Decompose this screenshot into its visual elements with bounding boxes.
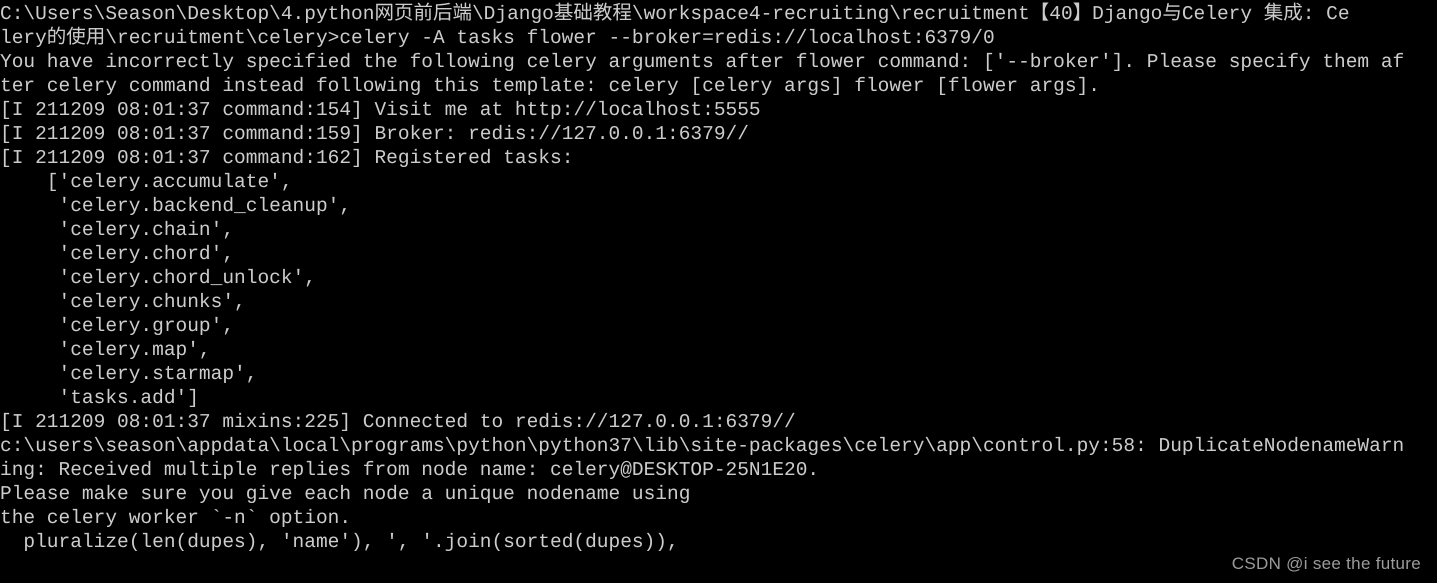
terminal-line: the celery worker `-n` option. [0,507,352,529]
terminal-window[interactable]: C:\Users\Season\Desktop\4.python网页前后端\Dj… [0,0,1437,583]
terminal-line: pluralize(len(dupes), 'name'), ', '.join… [0,531,679,553]
terminal-line: [I 211209 08:01:37 command:154] Visit me… [0,99,761,121]
terminal-line: lery的使用\recruitment\celery>celery -A tas… [0,27,995,49]
terminal-line: 'celery.chunks', [0,291,246,313]
terminal-line: 'celery.chain', [0,219,235,241]
terminal-line: [I 211209 08:01:37 mixins:225] Connected… [0,411,796,433]
terminal-line: 'celery.chord_unlock', [0,267,316,289]
terminal-line: Please make sure you give each node a un… [0,483,691,505]
terminal-line: 'tasks.add'] [0,387,199,409]
terminal-line: ['celery.accumulate', [0,171,293,193]
terminal-line: 'celery.group', [0,315,235,337]
terminal-line: ing: Received multiple replies from node… [0,459,820,481]
csdn-watermark: CSDN @i see the future [1231,554,1421,573]
terminal-line: 'celery.chord', [0,243,235,265]
terminal-line: 'celery.map', [0,339,211,361]
terminal-line: 'celery.backend_cleanup', [0,195,352,217]
console-output: C:\Users\Season\Desktop\4.python网页前后端\Dj… [0,0,1437,554]
terminal-line: [I 211209 08:01:37 command:159] Broker: … [0,123,749,145]
terminal-line: [I 211209 08:01:37 command:162] Register… [0,147,586,169]
terminal-line: ter celery command instead following thi… [0,75,1100,97]
terminal-line: c:\users\season\appdata\local\programs\p… [0,435,1405,457]
terminal-line: C:\Users\Season\Desktop\4.python网页前后端\Dj… [0,3,1350,25]
terminal-line: You have incorrectly specified the follo… [0,51,1405,73]
terminal-line: 'celery.starmap', [0,363,258,385]
